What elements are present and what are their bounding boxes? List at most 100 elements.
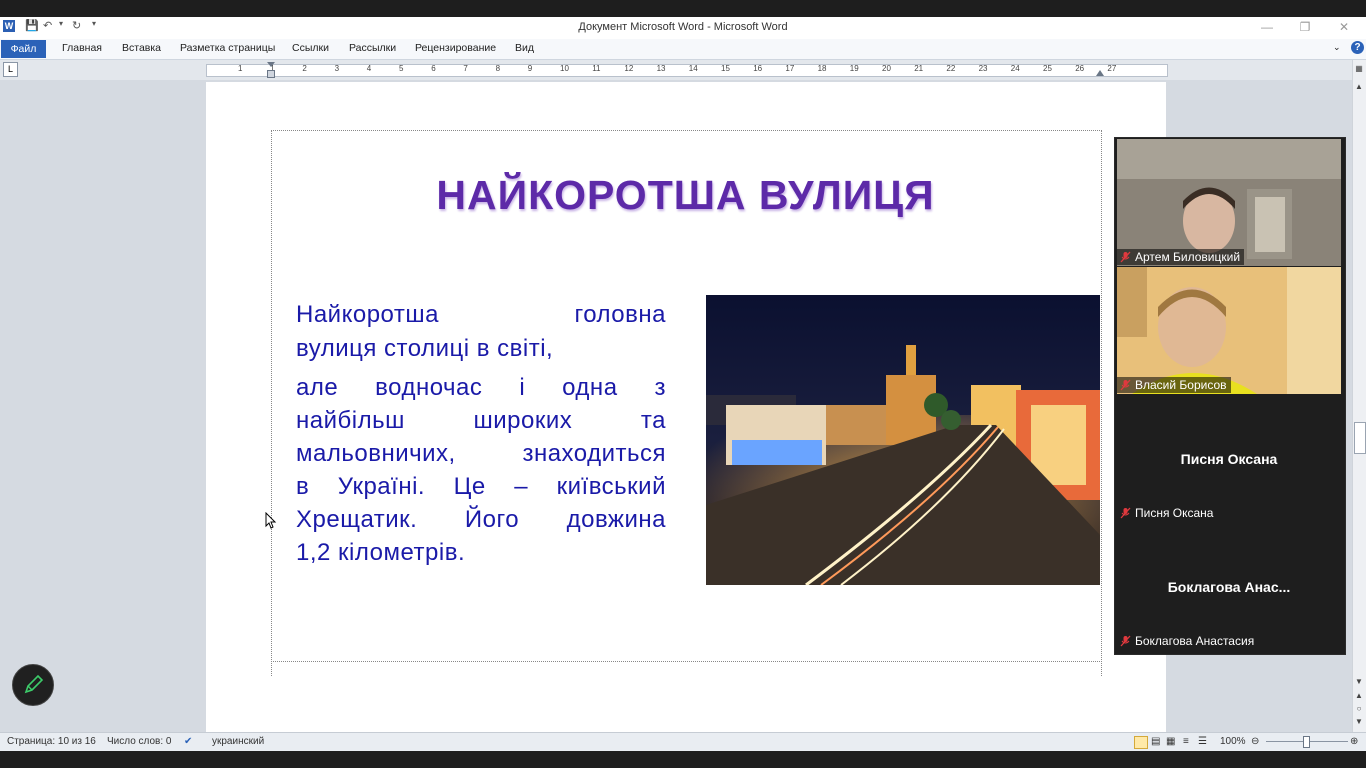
slide-text-line: в Україні. Це – київський — [296, 473, 666, 500]
slide-text-line: 1,2 кілометрів. — [296, 539, 466, 566]
restore-icon[interactable]: ❐ — [1295, 20, 1315, 34]
help-icon[interactable]: ? — [1351, 41, 1364, 54]
zoom-out-icon[interactable]: ⊖ — [1251, 736, 1259, 747]
ruler-number: 26 — [1075, 64, 1085, 73]
tab-references[interactable]: Ссылки — [292, 42, 329, 54]
proofing-icon[interactable]: ✔ — [184, 736, 192, 747]
ruler-number: 24 — [1010, 64, 1020, 73]
ruler-number: 3 — [334, 64, 340, 73]
participant-tile[interactable] — [1117, 139, 1341, 266]
prev-page-icon[interactable]: ▲ — [1352, 691, 1366, 700]
ruler-number: 25 — [1043, 64, 1052, 73]
muted-mic-icon — [1120, 379, 1131, 391]
participant-nameplate: Боклагова Анастасия — [1117, 632, 1258, 650]
tab-page-layout[interactable]: Разметка страницы — [180, 42, 275, 54]
participant-name-text: Писня Оксана — [1135, 506, 1214, 520]
scroll-thumb[interactable] — [1354, 422, 1366, 454]
muted-mic-icon — [1120, 635, 1131, 647]
city-illustration — [706, 295, 1100, 585]
web-layout-icon[interactable]: ▦ — [1166, 736, 1175, 747]
participant-nameplate: Артем Биловицкий — [1117, 248, 1245, 266]
window-title: Документ Microsoft Word - Microsoft Word — [578, 21, 788, 33]
participant-name: Писня Оксана — [1117, 505, 1217, 521]
next-slide-frame — [271, 661, 1102, 676]
tab-review[interactable]: Рецензирование — [415, 42, 496, 54]
participant-name-text: Боклагова Анастасия — [1135, 634, 1255, 648]
slide-text-line: вулиця столиці в світі, — [296, 335, 554, 362]
browse-object-icon[interactable]: ○ — [1352, 704, 1366, 713]
slide-text-line: найбільш широких та — [296, 407, 666, 434]
participant-video — [1117, 139, 1341, 266]
language-indicator[interactable]: украинский — [212, 736, 264, 747]
outline-icon[interactable]: ≡ — [1183, 736, 1189, 747]
ruler-number: 5 — [399, 64, 404, 73]
participant-video — [1117, 267, 1341, 394]
ruler-number: 6 — [431, 64, 436, 73]
participant-display-name: Писня Оксана — [1180, 451, 1278, 467]
right-indent-marker[interactable] — [1096, 70, 1104, 76]
tab-selector[interactable]: L — [3, 62, 18, 77]
next-page-icon[interactable]: ▼ — [1352, 717, 1366, 726]
ruler-number: 15 — [721, 64, 730, 73]
participant-nameplate: Власий Борисов — [1117, 376, 1231, 394]
ruler-number: 19 — [849, 64, 859, 73]
scroll-down-icon[interactable]: ▼ — [1352, 677, 1366, 686]
ribbon-expand-icon[interactable]: ⌄ — [1333, 42, 1341, 53]
muted-mic-icon — [1120, 507, 1131, 519]
ruler-number: 4 — [366, 64, 372, 73]
participant-tile[interactable] — [1117, 267, 1341, 394]
tab-view[interactable]: Вид — [515, 42, 534, 54]
participant-display-name: Боклагова Анас... — [1167, 579, 1291, 595]
tab-file[interactable]: Файл — [1, 40, 46, 58]
ruler-number: 22 — [946, 64, 956, 73]
participant-name: Артем Биловицкий — [1117, 249, 1245, 265]
ruler-number: 21 — [914, 64, 924, 73]
ruler-number: 27 — [1107, 64, 1117, 73]
pencil-icon — [24, 674, 44, 694]
tab-home[interactable]: Главная — [62, 42, 102, 54]
ruler-number: 10 — [560, 64, 569, 73]
participant-name: Власий Борисов — [1117, 377, 1231, 393]
zoom-level[interactable]: 100% — [1220, 736, 1246, 747]
ruler-number: 16 — [753, 64, 763, 73]
first-line-indent-marker[interactable] — [267, 62, 275, 67]
ruler-number: 1 — [238, 64, 243, 73]
khreshchatyk-night-photo — [706, 295, 1100, 585]
ruler-number: 7 — [463, 64, 468, 73]
bottom-black-bar — [0, 751, 1366, 768]
print-layout-icon[interactable] — [1134, 736, 1148, 749]
ruler-number: 12 — [624, 64, 634, 73]
vertical-scrollbar[interactable] — [1352, 60, 1366, 732]
mouse-cursor — [265, 511, 277, 535]
slide-title: НАЙКОРОТША ВУЛИЦЯ — [436, 172, 935, 218]
left-indent-marker[interactable] — [267, 70, 275, 78]
page-counter[interactable]: Страница: 10 из 16 — [7, 736, 96, 747]
status-bar — [0, 732, 1366, 752]
top-black-bar — [0, 0, 1366, 17]
ruler-number: 9 — [527, 64, 533, 73]
minimize-icon[interactable]: — — [1257, 20, 1277, 34]
ruler-number: 20 — [882, 64, 891, 73]
zoom-slider-thumb[interactable] — [1303, 736, 1310, 748]
ruler-number: 14 — [688, 64, 698, 73]
slide-text-line: мальовничих, знаходиться — [296, 440, 666, 467]
participant-name-text: Власий Борисов — [1135, 378, 1227, 392]
draft-icon[interactable]: ☰ — [1198, 736, 1207, 747]
tab-insert[interactable]: Вставка — [122, 42, 161, 54]
zoom-in-icon[interactable]: ⊕ — [1350, 736, 1358, 747]
muted-mic-icon — [1120, 251, 1131, 263]
ruler-number: 17 — [785, 64, 795, 73]
ruler-number: 8 — [495, 64, 501, 73]
word-count[interactable]: Число слов: 0 — [107, 736, 171, 747]
tab-mailings[interactable]: Рассылки — [349, 42, 396, 54]
participant-nameplate: Писня Оксана — [1117, 504, 1217, 522]
participant-name: Боклагова Анастасия — [1117, 633, 1258, 649]
annotate-pencil-button[interactable] — [12, 664, 54, 706]
ruler-toggle-icon[interactable]: ▦ — [1352, 64, 1366, 73]
ruler-number: 23 — [978, 64, 988, 73]
ruler-number: 11 — [592, 64, 601, 73]
close-icon[interactable]: ✕ — [1334, 20, 1354, 34]
scroll-up-icon[interactable]: ▲ — [1352, 82, 1366, 91]
full-screen-reading-icon[interactable]: ▤ — [1151, 736, 1160, 747]
participant-name-text: Артем Биловицкий — [1135, 250, 1241, 264]
